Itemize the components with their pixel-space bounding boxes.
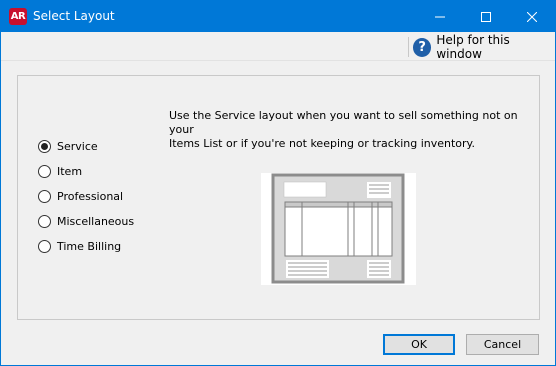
help-label: Help for this window (436, 33, 510, 61)
radio-button[interactable] (38, 140, 51, 153)
radio-button[interactable] (38, 190, 51, 203)
radio-miscellaneous[interactable]: Miscellaneous (38, 209, 134, 234)
radio-button[interactable] (38, 215, 51, 228)
close-button[interactable] (509, 1, 555, 32)
minimize-icon (435, 16, 445, 17)
radio-time-billing[interactable]: Time Billing (38, 234, 134, 259)
maximize-button[interactable] (463, 1, 509, 32)
radio-professional[interactable]: Professional (38, 184, 134, 209)
radio-label: Miscellaneous (57, 215, 135, 228)
help-icon: ? (413, 37, 432, 57)
layout-panel: Service Item Professional Miscellaneous … (17, 75, 540, 320)
radio-item[interactable]: Item (38, 159, 134, 184)
window-title: Select Layout (33, 9, 115, 23)
cancel-button[interactable]: Cancel (466, 334, 539, 355)
title-bar[interactable]: AR Select Layout (1, 1, 555, 32)
radio-button[interactable] (38, 165, 51, 178)
close-icon (527, 11, 537, 22)
app-logo-icon: AR (9, 8, 27, 25)
layout-radio-group: Service Item Professional Miscellaneous … (38, 134, 134, 259)
radio-label: Professional (57, 190, 124, 203)
description-line: Items List or if you're not keeping or t… (169, 137, 475, 150)
radio-label: Item (57, 165, 83, 178)
radio-selected-dot (41, 143, 48, 150)
radio-label: Service (57, 140, 98, 153)
radio-label: Time Billing (57, 240, 122, 253)
service-layout-preview-image (261, 173, 416, 285)
toolbar-divider (408, 37, 409, 57)
layout-description: Use the Service layout when you want to … (169, 109, 519, 151)
help-toolbar: ? Help for this window (1, 32, 555, 61)
minimize-button[interactable] (417, 1, 463, 32)
description-line: Use the Service layout when you want to … (169, 109, 518, 136)
ok-button[interactable]: OK (383, 334, 455, 355)
radio-service[interactable]: Service (38, 134, 134, 159)
help-button[interactable]: ? Help for this window (413, 33, 555, 61)
select-layout-dialog: AR Select Layout ? Help for this window (0, 0, 556, 366)
radio-button[interactable] (38, 240, 51, 253)
layout-preview (261, 173, 416, 285)
maximize-icon (481, 11, 491, 22)
